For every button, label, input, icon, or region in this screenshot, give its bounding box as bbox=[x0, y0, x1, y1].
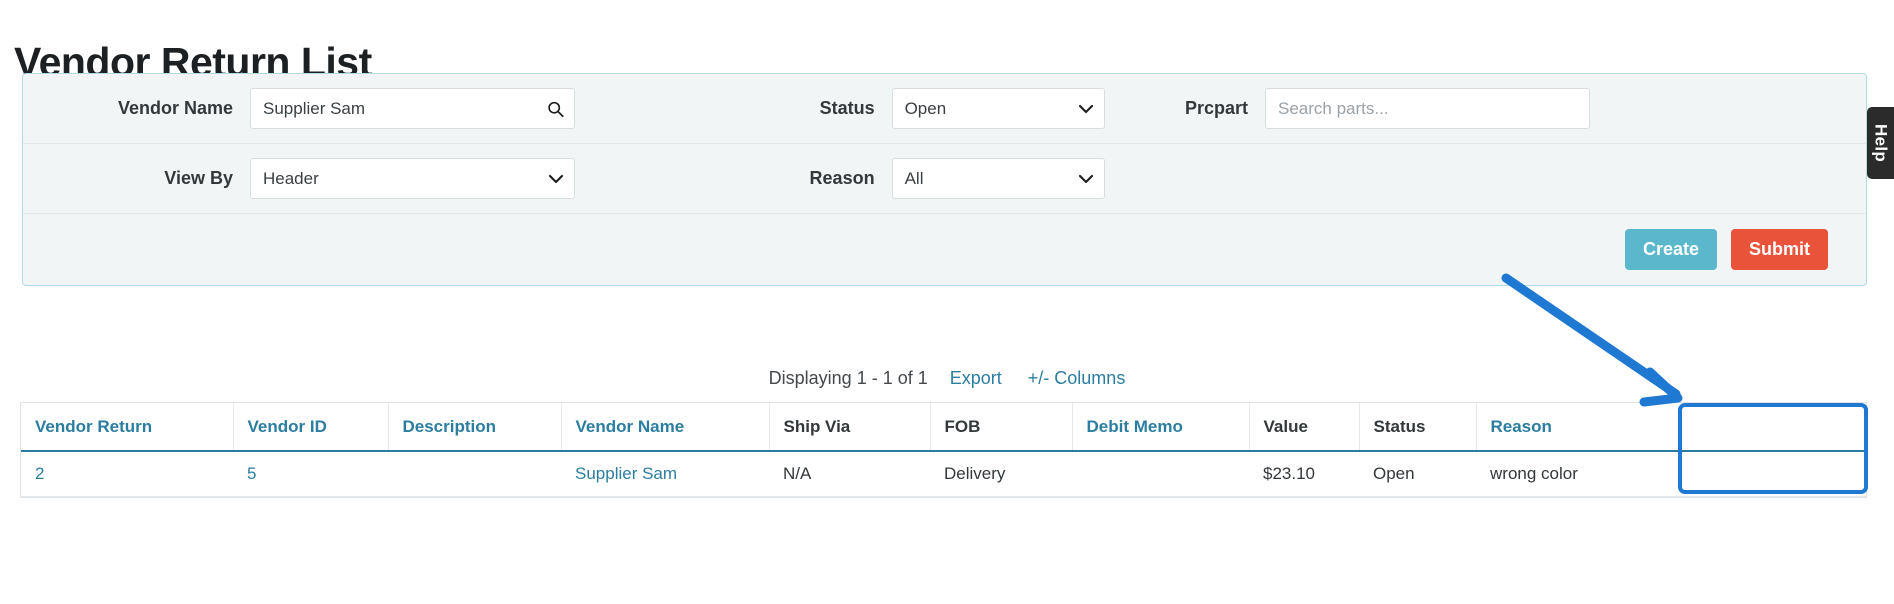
displaying-count-top: Displaying 1 - 1 of 1 bbox=[768, 368, 928, 388]
prcpart-field-group: Prcpart Search parts... bbox=[1105, 88, 1645, 129]
prcpart-input[interactable]: Search parts... bbox=[1265, 88, 1590, 129]
column-header-vendor-name[interactable]: Vendor Name bbox=[561, 403, 770, 452]
filter-row-2: View By Header Reason All bbox=[23, 144, 1866, 214]
column-header-ship-via: Ship Via bbox=[769, 403, 931, 452]
cell-vendor-return[interactable]: 2 bbox=[21, 451, 233, 497]
submit-button[interactable]: Submit bbox=[1731, 229, 1828, 270]
vendor-return-table: Vendor Return Vendor ID Description Vend… bbox=[20, 402, 1867, 498]
cell-reason: wrong color bbox=[1476, 451, 1866, 497]
vendor-name-input-wrap: Supplier Sam bbox=[250, 88, 575, 129]
view-by-select-wrap: Header bbox=[250, 158, 575, 199]
reason-label: Reason bbox=[809, 168, 875, 188]
cell-ship-via: N/A bbox=[769, 451, 930, 497]
table-header-row: Vendor Return Vendor ID Description Vend… bbox=[21, 403, 1866, 452]
column-header-reason[interactable]: Reason bbox=[1476, 403, 1866, 452]
status-select[interactable]: Open bbox=[891, 88, 1105, 129]
column-header-vendor-id[interactable]: Vendor ID bbox=[233, 403, 389, 452]
cell-description bbox=[388, 451, 561, 497]
reason-select[interactable]: All bbox=[891, 158, 1105, 199]
reason-field-group: Reason All bbox=[665, 158, 1105, 199]
column-header-debit-memo[interactable]: Debit Memo bbox=[1072, 403, 1250, 452]
column-header-status: Status bbox=[1359, 403, 1477, 452]
table-row: 2 5 Supplier Sam N/A Delivery $23.10 Ope… bbox=[21, 451, 1866, 497]
filter-panel: Vendor Name Supplier Sam Status Open Prc… bbox=[22, 73, 1867, 286]
column-header-vendor-return[interactable]: Vendor Return bbox=[21, 403, 234, 452]
status-label: Status bbox=[819, 98, 875, 118]
vendor-name-field-group: Vendor Name Supplier Sam bbox=[35, 88, 665, 129]
column-header-value: Value bbox=[1249, 403, 1360, 452]
prcpart-label: Prcpart bbox=[1184, 98, 1248, 118]
column-header-description[interactable]: Description bbox=[388, 403, 562, 452]
vendor-name-input[interactable]: Supplier Sam bbox=[250, 88, 575, 129]
vendor-return-list-page: Vendor Return List Vendor Name Supplier … bbox=[0, 0, 1894, 604]
export-link-top[interactable]: Export bbox=[950, 368, 1002, 389]
cell-vendor-name[interactable]: Supplier Sam bbox=[561, 451, 769, 497]
cell-value: $23.10 bbox=[1249, 451, 1359, 497]
view-by-select[interactable]: Header bbox=[250, 158, 575, 199]
vendor-name-label: Vendor Name bbox=[117, 98, 233, 118]
view-by-field-group: View By Header bbox=[35, 158, 665, 199]
help-tab[interactable]: Help bbox=[1867, 107, 1894, 179]
status-select-wrap: Open bbox=[891, 88, 1105, 129]
cell-fob: Delivery bbox=[930, 451, 1072, 497]
column-header-fob: FOB bbox=[930, 403, 1073, 452]
annotation-arrow-icon bbox=[1501, 273, 1683, 407]
cell-vendor-id[interactable]: 5 bbox=[233, 451, 388, 497]
help-tab-label: Help bbox=[1871, 123, 1891, 163]
reason-select-wrap: All bbox=[891, 158, 1105, 199]
prcpart-input-wrap: Search parts... bbox=[1265, 88, 1590, 129]
filter-row-1: Vendor Name Supplier Sam Status Open Prc… bbox=[23, 74, 1866, 144]
pagination-top: Displaying 1 - 1 of 1 Export +/- Columns bbox=[0, 368, 1894, 389]
status-field-group: Status Open bbox=[665, 88, 1105, 129]
columns-link-top[interactable]: +/- Columns bbox=[1028, 368, 1126, 389]
view-by-label: View By bbox=[164, 168, 233, 188]
cell-debit-memo bbox=[1072, 451, 1249, 497]
filter-actions-row: Create Submit bbox=[23, 214, 1866, 285]
create-button[interactable]: Create bbox=[1624, 229, 1717, 270]
cell-status: Open bbox=[1359, 451, 1476, 497]
